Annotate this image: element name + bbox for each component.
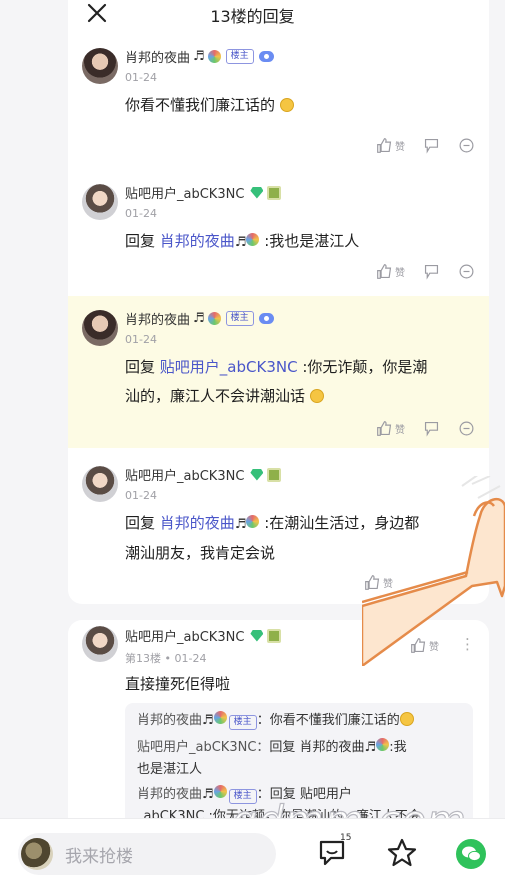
comment-icon xyxy=(459,138,474,153)
reply-text: 回复 肖邦的夜曲♬ :我也是湛江人 xyxy=(125,232,360,250)
level-badge-icon xyxy=(258,51,274,62)
music-note-icon: ♬ xyxy=(234,235,247,250)
music-note-icon: ♬ xyxy=(234,517,247,532)
music-note-icon: ♬ xyxy=(193,311,205,326)
username[interactable]: 贴吧用户_abCK3NC xyxy=(125,626,244,645)
image-badge-icon xyxy=(267,185,282,200)
comment-icon xyxy=(459,264,474,279)
page-title: 13楼的回复 xyxy=(210,7,295,26)
reply-input-placeholder: 我来抢楼 xyxy=(65,846,133,867)
username[interactable]: 肖邦的夜曲 xyxy=(125,309,190,328)
image-badge-icon xyxy=(267,467,282,482)
reply-date: 01-24 xyxy=(125,333,157,346)
username[interactable]: 贴吧用户_abCK3NC xyxy=(125,183,244,202)
quote-line: 贴吧用户_abCK3NC：回复 肖邦的夜曲♬:我 xyxy=(137,738,407,755)
floor-meta: 第13楼 • 01-24 xyxy=(125,652,207,665)
diamond-badge-icon xyxy=(250,629,264,642)
diamond-badge-icon xyxy=(250,468,264,481)
music-note-icon: ♬ xyxy=(202,713,214,728)
comment-count: 15 xyxy=(340,833,352,843)
reply-text: 你看不懂我们廉江话的 xyxy=(125,91,475,120)
owner-tag: 楼主 xyxy=(225,311,254,326)
thumbs-up-icon xyxy=(377,138,392,153)
owner-tag: 楼主 xyxy=(228,715,257,730)
reply-item: 贴吧用户_abCK3NC 01-24 回复 肖邦的夜曲♬ :我也是湛江人 赞 xyxy=(68,170,489,296)
reply-item-highlighted: 肖邦的夜曲 ♬ 楼主 01-24 回复 贴吧用户_abCK3NC :你无诈颠，你… xyxy=(68,296,489,448)
reply-input[interactable]: 我来抢楼 xyxy=(18,833,276,875)
owner-tag: 楼主 xyxy=(225,49,254,64)
lollipop-icon xyxy=(246,233,260,246)
thumbs-up-icon xyxy=(377,421,392,436)
music-note-icon: ♬ xyxy=(364,740,377,755)
more-reply-button[interactable] xyxy=(458,137,475,154)
lollipop-icon xyxy=(207,312,221,325)
grin-emoji-icon xyxy=(309,389,324,403)
wechat-logo-icon xyxy=(462,846,481,862)
like-button[interactable]: 赞 xyxy=(376,263,405,280)
lollipop-icon xyxy=(376,738,390,751)
like-button[interactable]: 赞 xyxy=(376,420,405,437)
lollipop-icon xyxy=(246,515,260,528)
star-icon[interactable] xyxy=(385,836,419,870)
page-header: 13楼的回复 xyxy=(0,0,505,28)
reply-date: 01-24 xyxy=(125,71,157,84)
comment-icon xyxy=(459,421,474,436)
grin-emoji-icon xyxy=(279,98,294,112)
avatar[interactable] xyxy=(82,466,118,502)
avatar[interactable] xyxy=(82,626,118,662)
thumbs-down-icon xyxy=(424,421,439,437)
more-reply-button[interactable] xyxy=(458,420,475,437)
music-note-icon: ♬ xyxy=(193,49,205,64)
mention-link[interactable]: 肖邦的夜曲 xyxy=(160,514,235,532)
dislike-button[interactable] xyxy=(423,137,440,154)
diamond-badge-icon xyxy=(250,186,264,199)
username[interactable]: 贴吧用户_abCK3NC xyxy=(125,465,244,484)
avatar[interactable] xyxy=(82,48,118,84)
lollipop-icon xyxy=(207,50,221,63)
music-note-icon: ♬ xyxy=(202,787,214,802)
quote-line: 也是湛江人 xyxy=(137,762,203,777)
thumbs-up-icon xyxy=(377,264,392,279)
mention-link[interactable]: 肖邦的夜曲 xyxy=(160,232,235,250)
thumbs-up-hand-sticker xyxy=(362,476,505,666)
reply-item: 肖邦的夜曲 ♬ 楼主 01-24 你看不懂我们廉江话的 赞 xyxy=(68,28,489,170)
dislike-button[interactable] xyxy=(423,263,440,280)
mention-link[interactable]: 贴吧用户_abCK3NC xyxy=(160,358,298,376)
more-reply-button[interactable] xyxy=(458,263,475,280)
image-badge-icon xyxy=(267,628,282,643)
floor-text: 直接撞死佢得啦 xyxy=(125,675,231,693)
grin-emoji-icon xyxy=(399,712,414,726)
reply-text: 回复 贴吧用户_abCK3NC :你无诈颠，你是潮 汕的，廉江人不会讲潮汕话 xyxy=(125,358,428,405)
bottom-bar: 我来抢楼 15 xyxy=(0,818,505,886)
lollipop-icon xyxy=(213,711,227,724)
wechat-share-icon[interactable] xyxy=(456,839,486,869)
level-badge-icon xyxy=(258,313,274,324)
like-button[interactable]: 赞 xyxy=(376,137,405,154)
thumbs-down-icon xyxy=(424,264,439,280)
quote-line: 肖邦的夜曲♬ 楼主 ：你看不懂我们廉江话的 xyxy=(137,710,414,732)
avatar[interactable] xyxy=(82,310,118,346)
avatar xyxy=(21,838,53,870)
username[interactable]: 肖邦的夜曲 xyxy=(125,47,190,66)
lollipop-icon xyxy=(213,785,227,798)
reply-date: 01-24 xyxy=(125,207,157,220)
avatar[interactable] xyxy=(82,184,118,220)
reply-date: 01-24 xyxy=(125,489,157,502)
thumbs-down-icon xyxy=(424,138,439,154)
dislike-button[interactable] xyxy=(423,420,440,437)
